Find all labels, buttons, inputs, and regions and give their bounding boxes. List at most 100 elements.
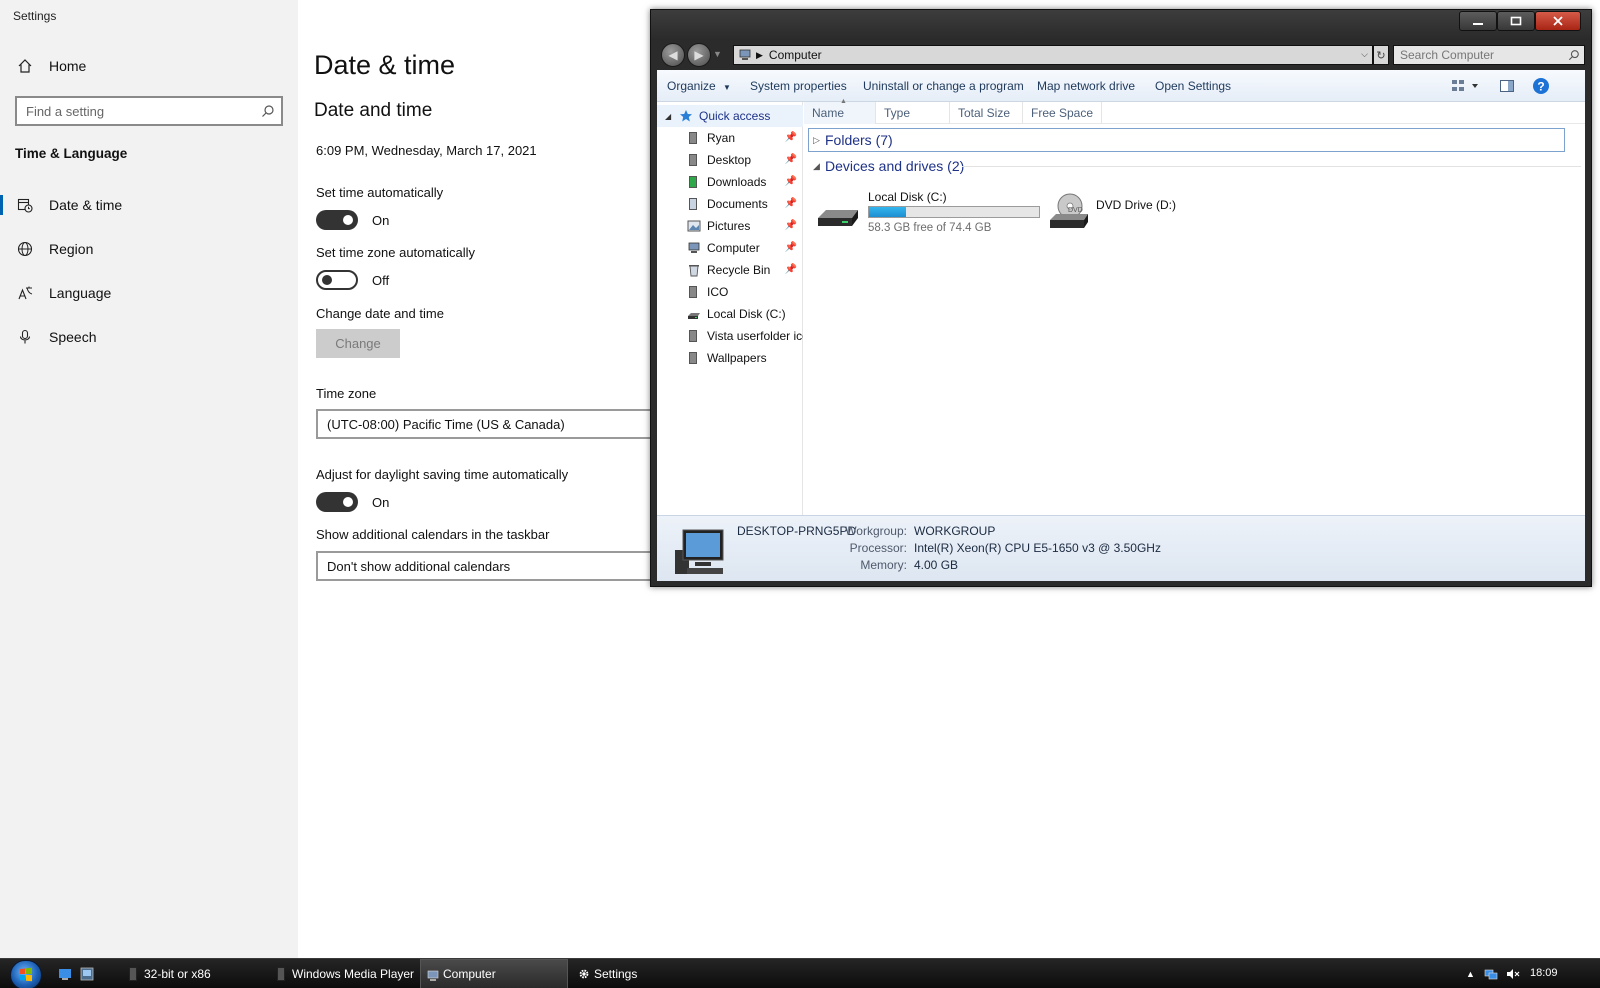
nav-pane-item[interactable]: Pictures 📌	[657, 215, 803, 237]
group-divider	[962, 166, 1581, 167]
column-headers: Name ▲ Type Total Size Free Space	[804, 98, 1585, 124]
downloads-folder-icon	[689, 176, 697, 188]
clock[interactable]: 18:09	[1530, 967, 1558, 979]
volume-muted-icon[interactable]	[1506, 967, 1520, 984]
drive-item-dvd[interactable]: DVD DVD Drive (D:)	[1048, 190, 1198, 236]
calendar-clock-icon	[15, 195, 35, 215]
drive-free-space: 58.3 GB free of 74.4 GB	[868, 222, 992, 234]
recent-locations-chevron-icon[interactable]: ▼	[713, 49, 722, 59]
find-setting-input[interactable]: Find a setting	[15, 96, 283, 126]
taskbar-task[interactable]: Computer	[420, 959, 568, 988]
column-header-label: Type	[884, 106, 911, 120]
minimize-button[interactable]	[1459, 11, 1497, 31]
devices-group-header[interactable]: ◢ Devices and drives (2)	[808, 156, 964, 176]
svg-text:DVD: DVD	[1068, 207, 1083, 214]
change-button[interactable]: Change	[316, 329, 400, 358]
nav-pane-item[interactable]: Wallpapers	[657, 347, 803, 369]
close-button[interactable]	[1535, 11, 1581, 31]
nav-pane-item[interactable]: Computer 📌	[657, 237, 803, 259]
nav-item-speech[interactable]: Speech	[0, 317, 298, 357]
address-dropdown-icon[interactable]: ⌵	[1361, 49, 1368, 60]
search-icon[interactable]	[261, 104, 275, 121]
drive-item-local-disk[interactable]: Local Disk (C:) 58.3 GB free of 74.4 GB	[816, 190, 1046, 236]
gear-icon	[579, 969, 589, 979]
back-button[interactable]: ◀	[661, 43, 685, 67]
column-header-free-space[interactable]: Free Space	[1023, 102, 1102, 124]
pin-icon[interactable]: 📌	[785, 264, 797, 275]
pin-icon[interactable]: 📌	[785, 198, 797, 209]
folders-group-header[interactable]: ▷ Folders (7)	[808, 128, 1565, 152]
pin-icon[interactable]: 📌	[785, 154, 797, 165]
nav-pane-item[interactable]: Recycle Bin 📌	[657, 259, 803, 281]
pin-icon[interactable]: 📌	[785, 132, 797, 143]
nav-pane-item[interactable]: ◢ Quick access	[657, 105, 803, 127]
show-hidden-icons-icon[interactable]: ▲	[1466, 969, 1475, 979]
nav-pane-item[interactable]: Desktop 📌	[657, 149, 803, 171]
nav-pane-item[interactable]: Local Disk (C:)	[657, 303, 803, 325]
nav-item-region[interactable]: Region	[0, 229, 298, 269]
show-desktop-icon[interactable]	[58, 967, 72, 986]
nav-pane-label: Wallpapers	[707, 351, 767, 365]
taskbar-task[interactable]: Windows Media Player	[270, 959, 416, 988]
explorer-titlebar[interactable]	[651, 10, 1591, 40]
folder-icon	[689, 330, 697, 342]
map-network-drive-button[interactable]: Map network drive	[1037, 79, 1135, 93]
system-properties-button[interactable]: System properties	[750, 79, 847, 93]
address-bar[interactable]: ▶ Computer ⌵	[733, 45, 1373, 65]
nav-pane-item[interactable]: Vista userfolder icons	[657, 325, 803, 347]
folder-icon	[689, 286, 697, 298]
network-icon[interactable]	[1484, 967, 1498, 984]
computer-icon	[675, 529, 724, 574]
organize-label: Organize	[667, 79, 716, 93]
pin-icon[interactable]: 📌	[785, 176, 797, 187]
nav-pane-item[interactable]: ICO	[657, 281, 803, 303]
forward-button[interactable]: ▶	[687, 43, 711, 67]
nav-pane-label: Documents	[707, 197, 768, 211]
nav-item-date-time[interactable]: Date & time	[0, 185, 298, 225]
home-icon	[15, 56, 35, 76]
drive-name: Local Disk (C:)	[868, 190, 947, 204]
nav-pane-item[interactable]: Ryan 📌	[657, 127, 803, 149]
nav-pane-label: Computer	[707, 241, 760, 255]
set-time-auto-toggle[interactable]	[316, 210, 358, 230]
nav-pane-item[interactable]: Downloads 📌	[657, 171, 803, 193]
column-header-type[interactable]: Type	[876, 102, 950, 124]
system-tray: ▲ 18:09	[1460, 959, 1600, 988]
uninstall-program-button[interactable]: Uninstall or change a program	[863, 79, 1024, 93]
taskbar-task[interactable]: 32-bit or x86	[122, 959, 266, 988]
column-header-name[interactable]: Name ▲	[804, 98, 876, 124]
refresh-icon: ↻	[1376, 49, 1386, 62]
taskbar-task[interactable]: Settings	[572, 959, 716, 988]
back-arrow-icon: ◀	[668, 48, 678, 62]
set-timezone-auto-state: Off	[372, 273, 390, 288]
set-timezone-auto-toggle[interactable]	[316, 270, 358, 290]
collapse-triangle-icon[interactable]: ◢	[813, 161, 825, 172]
help-icon[interactable]: ?	[1532, 77, 1550, 100]
quick-launch-computer-icon[interactable]	[80, 967, 94, 986]
open-settings-button[interactable]: Open Settings	[1155, 79, 1231, 93]
daylight-saving-toggle[interactable]	[316, 492, 358, 512]
search-icon[interactable]	[1568, 49, 1580, 64]
organize-menu[interactable]: Organize ▼	[667, 79, 731, 93]
breadcrumb-chevron-icon[interactable]: ▶	[756, 50, 763, 61]
task-label: Windows Media Player	[292, 967, 415, 981]
svg-text:?: ?	[1537, 80, 1544, 94]
preview-pane-icon[interactable]	[1499, 78, 1515, 99]
maximize-button[interactable]	[1497, 11, 1535, 31]
pin-icon[interactable]: 📌	[785, 220, 797, 231]
expand-triangle-icon[interactable]: ▷	[813, 135, 825, 146]
nav-pane-item[interactable]: Documents 📌	[657, 193, 803, 215]
pin-icon[interactable]: 📌	[785, 242, 797, 253]
view-options-icon[interactable]	[1451, 78, 1479, 99]
expand-triangle-icon[interactable]: ◢	[665, 112, 671, 121]
start-button[interactable]	[10, 960, 42, 988]
memory-key: Memory:	[860, 558, 907, 572]
search-computer-input[interactable]: Search Computer	[1393, 45, 1585, 65]
additional-calendars-dropdown[interactable]: Don't show additional calendars	[316, 551, 656, 581]
nav-pane-label: Downloads	[707, 175, 767, 189]
nav-item-home[interactable]: Home	[0, 46, 298, 86]
time-zone-dropdown[interactable]: (UTC-08:00) Pacific Time (US & Canada)	[316, 409, 656, 439]
nav-item-language[interactable]: Language	[0, 273, 298, 313]
column-header-total-size[interactable]: Total Size	[950, 102, 1023, 124]
refresh-button[interactable]: ↻	[1373, 45, 1389, 65]
